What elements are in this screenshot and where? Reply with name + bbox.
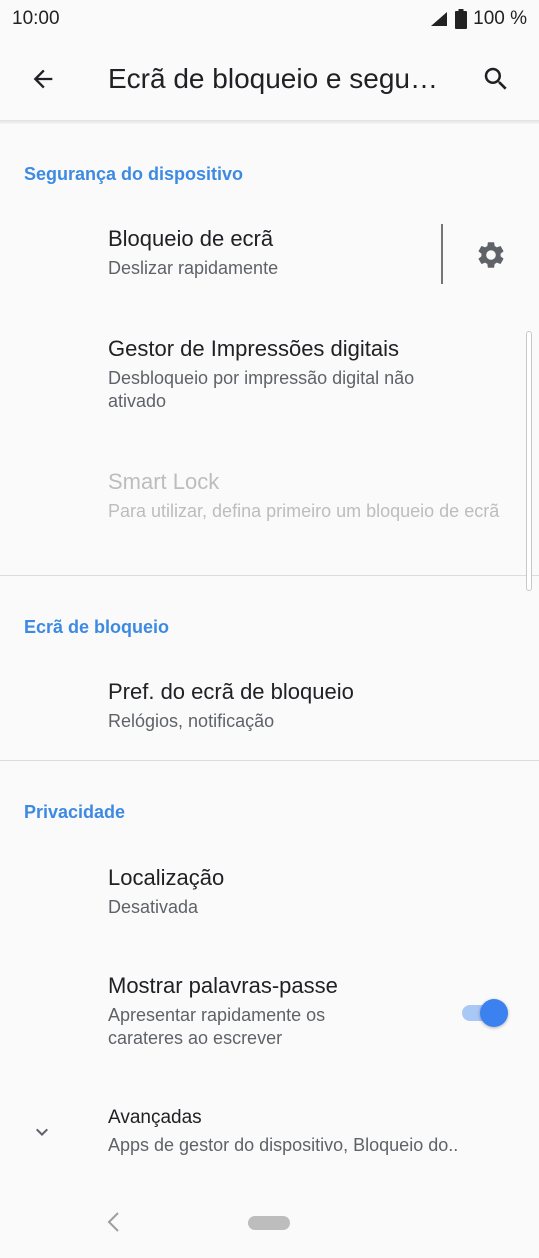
- toggle-thumb: [480, 999, 508, 1027]
- list-item-fingerprint-manager[interactable]: Gestor de Impressões digitais Desbloquei…: [0, 335, 539, 425]
- battery-percent: 100 %: [473, 8, 527, 29]
- item-subtitle: Relógios, notificação: [108, 711, 275, 731]
- status-icons: 100 %: [429, 8, 527, 30]
- app-bar: Ecrã de bloqueio e segu…: [0, 38, 539, 120]
- item-subtitle: Para utilizar, defina primeiro um bloque…: [108, 501, 500, 521]
- list-item-location[interactable]: Localização Desativada: [0, 864, 539, 934]
- section-divider: [0, 760, 539, 761]
- battery-icon: [455, 9, 468, 29]
- item-title: Pref. do ecrã de bloqueio: [108, 679, 354, 704]
- list-item-advanced[interactable]: Avançadas Apps de gestor do dispositivo,…: [0, 1106, 539, 1166]
- item-title: Avançadas: [108, 1107, 202, 1128]
- expand-advanced-button[interactable]: [28, 1118, 56, 1146]
- item-separator: [441, 224, 443, 284]
- section-divider: [0, 575, 539, 576]
- item-subtitle: Desativada: [108, 897, 199, 917]
- item-title: Mostrar palavras-passe: [108, 973, 338, 998]
- arrow-back-icon: [33, 69, 53, 89]
- page-title: Ecrã de bloqueio e segu…: [108, 63, 438, 94]
- item-title: Gestor de Impressões digitais: [108, 336, 400, 361]
- signal-icon: [431, 12, 448, 26]
- section-header-privacy: Privacidade: [24, 801, 126, 822]
- nav-back-button[interactable]: [104, 1210, 124, 1239]
- list-item-smart-lock: Smart Lock Para utilizar, defina primeir…: [0, 468, 539, 558]
- item-title: Bloqueio de ecrã: [108, 226, 274, 251]
- list-item-show-passwords[interactable]: Mostrar palavras-passe Apresentar rapida…: [0, 972, 539, 1062]
- list-item-screen-lock[interactable]: Bloqueio de ecrã Deslizar rapidamente: [0, 225, 539, 305]
- chevron-left-icon: [107, 1212, 119, 1232]
- item-title: Localização: [108, 865, 225, 890]
- item-subtitle: Apresentar rapidamente os carateres ao e…: [108, 1005, 326, 1048]
- list-item-lock-screen-prefs[interactable]: Pref. do ecrã de bloqueio Relógios, noti…: [0, 678, 539, 748]
- show-passwords-toggle[interactable]: [462, 996, 510, 1028]
- back-button[interactable]: [0, 38, 86, 120]
- screen-lock-settings-button[interactable]: [470, 234, 512, 276]
- section-header-device-security: Segurança do dispositivo: [24, 163, 244, 184]
- item-subtitle: Desbloqueio por impressão digital não at…: [108, 368, 415, 411]
- search-button[interactable]: [453, 38, 539, 120]
- gear-icon: [478, 242, 504, 268]
- status-bar: 10:00 100 %: [0, 0, 539, 38]
- nav-home-pill[interactable]: [248, 1216, 290, 1230]
- system-nav-bar: [0, 1186, 539, 1258]
- section-header-lock-screen: Ecrã de bloqueio: [24, 616, 170, 637]
- chevron-down-icon: [36, 1128, 48, 1136]
- search-icon: [484, 67, 507, 90]
- scrollbar[interactable]: [526, 331, 532, 591]
- item-subtitle: Deslizar rapidamente: [108, 258, 279, 278]
- status-time: 10:00: [12, 8, 60, 29]
- item-subtitle: Apps de gestor do dispositivo, Bloqueio …: [108, 1135, 459, 1155]
- item-title: Smart Lock: [108, 469, 220, 494]
